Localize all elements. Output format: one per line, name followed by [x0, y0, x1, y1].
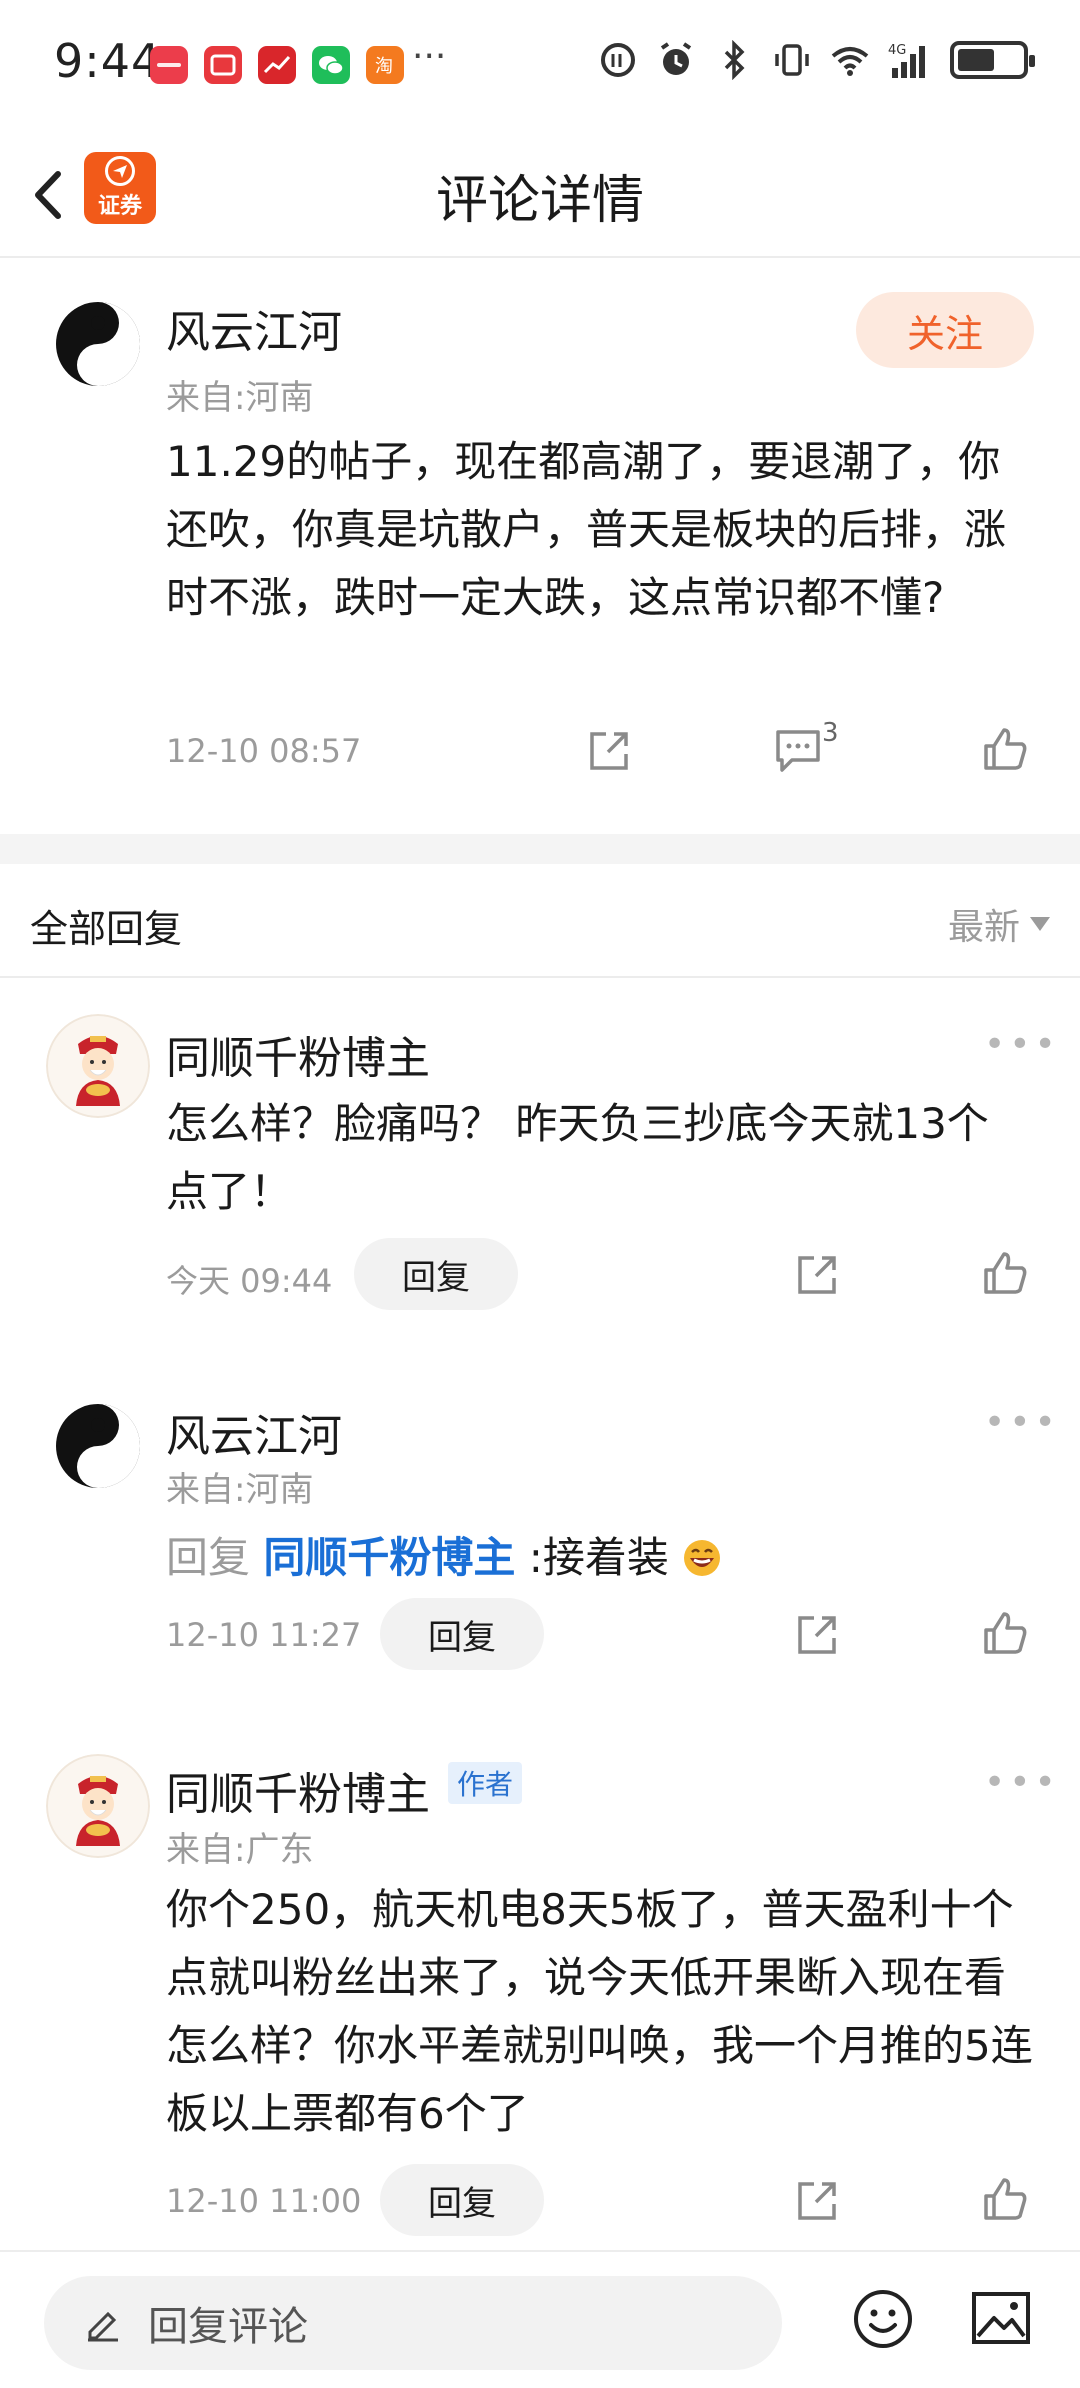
more-options-icon[interactable]: ••• — [984, 1024, 1060, 1065]
reply-time: 12-10 11:27 — [166, 1616, 362, 1654]
more-options-icon[interactable]: ••• — [984, 1402, 1060, 1443]
reply-text: 怎么样？脸痛吗？ 昨天负三抄底今天就13个点了！ — [166, 1099, 989, 1216]
author-badge: 作者 — [448, 1762, 522, 1804]
reply-comment-input[interactable]: 回复评论 — [44, 2276, 782, 2370]
reply-origin: 来自:广东 — [166, 1830, 314, 1870]
all-replies-title: 全部回复 — [30, 907, 183, 951]
reply-prefix: 回复 — [166, 1533, 251, 1582]
avatar[interactable] — [46, 1754, 150, 1858]
reply-target-user[interactable]: 同顺千粉博主 — [263, 1533, 515, 1582]
comment-text: 11.29的帖子，现在都高潮了，要退潮了，你还吹，你真是坑散户，普天是板块的后排… — [166, 437, 1007, 622]
comment-username[interactable]: 风云江河 — [166, 296, 342, 360]
alarm-icon — [660, 42, 692, 75]
like-icon[interactable] — [980, 2174, 1030, 2224]
stock-app-icon — [258, 46, 296, 84]
status-icons: 4G — [598, 40, 1035, 80]
reply-input-placeholder: 回复评论 — [148, 2304, 308, 2350]
cellular-signal-icon: 4G — [888, 43, 925, 78]
bluetooth-icon — [724, 40, 745, 80]
reply-text: 你个250，航天机电8天5板了，普天盈利十个点就叫粉丝出来了，说今天低开果断入现… — [166, 1885, 1033, 2138]
reply-text: :接着装 — [528, 1533, 669, 1582]
comment-origin: 来自:河南 — [166, 378, 314, 418]
vibrate-icon — [775, 44, 809, 76]
share-icon[interactable] — [794, 2176, 842, 2224]
reply-button[interactable]: 回复 — [354, 1238, 518, 1310]
wechat-icon — [312, 46, 350, 84]
status-bar: 9:44 淘 ··· 4G — [0, 0, 1080, 130]
page-title: 评论详情 — [435, 171, 644, 231]
comment-icon[interactable] — [774, 728, 822, 774]
pencil-icon — [88, 2311, 118, 2342]
more-options-icon[interactable]: ••• — [984, 1762, 1060, 1803]
reply-text-line: 回复 同顺千粉博主 :接着装 — [166, 1524, 722, 1585]
sort-label: 最新 — [947, 907, 1020, 948]
notification-app-icons: 淘 — [150, 46, 404, 84]
follow-button[interactable]: 关注 — [856, 292, 1034, 368]
reply-origin: 来自:河南 — [166, 1470, 314, 1510]
svg-text:淘: 淘 — [375, 56, 393, 77]
reply-time: 12-10 11:00 — [166, 2182, 362, 2220]
dropdown-triangle-icon — [1030, 917, 1050, 931]
huawei-app-icon — [150, 46, 188, 84]
comment-time: 12-10 08:57 — [166, 732, 362, 770]
avatar[interactable] — [52, 298, 144, 390]
reply-username[interactable]: 同顺千粉博主 — [166, 1758, 430, 1822]
taobao-icon: 淘 — [366, 46, 404, 84]
reply-username[interactable]: 风云江河 — [166, 1400, 342, 1464]
reply-username[interactable]: 同顺千粉博主 — [166, 1022, 430, 1086]
top-navigation-bar: 证券 评论详情 — [0, 130, 1080, 258]
comment-count: 3 — [822, 718, 839, 748]
battery-icon — [950, 41, 1035, 79]
yin-yang-avatar-icon — [53, 1401, 143, 1491]
svg-text:4G: 4G — [888, 43, 906, 58]
like-icon[interactable] — [980, 1248, 1030, 1298]
like-icon[interactable] — [980, 724, 1030, 774]
reply-button[interactable]: 回复 — [380, 2164, 544, 2236]
god-of-wealth-avatar-icon — [46, 1014, 150, 1118]
god-of-wealth-avatar-icon — [46, 1754, 150, 1858]
avatar[interactable] — [46, 1014, 150, 1118]
section-divider — [0, 834, 1080, 864]
emoji-icon[interactable] — [852, 2288, 914, 2350]
more-notifications-indicator: ··· — [412, 36, 447, 77]
sort-dropdown[interactable]: 最新 — [948, 898, 1050, 950]
reply-button[interactable]: 回复 — [380, 1598, 544, 1670]
laughing-emoji-icon — [684, 1540, 721, 1576]
red-app-icon — [204, 46, 242, 84]
yin-yang-avatar-icon — [53, 299, 143, 389]
share-icon[interactable] — [794, 1610, 842, 1658]
status-time: 9:44 — [54, 34, 162, 88]
wifi-icon — [831, 47, 869, 76]
share-icon[interactable] — [586, 726, 634, 774]
replies-header: 全部回复 最新 — [0, 864, 1080, 978]
reply-time: 今天 09:44 — [166, 1262, 333, 1300]
avatar[interactable] — [52, 1400, 144, 1492]
image-icon[interactable] — [970, 2290, 1032, 2346]
data-saver-icon — [601, 43, 635, 77]
bottom-reply-bar: 回复评论 — [0, 2250, 1080, 2388]
share-icon[interactable] — [794, 1250, 842, 1298]
like-icon[interactable] — [980, 1608, 1030, 1658]
